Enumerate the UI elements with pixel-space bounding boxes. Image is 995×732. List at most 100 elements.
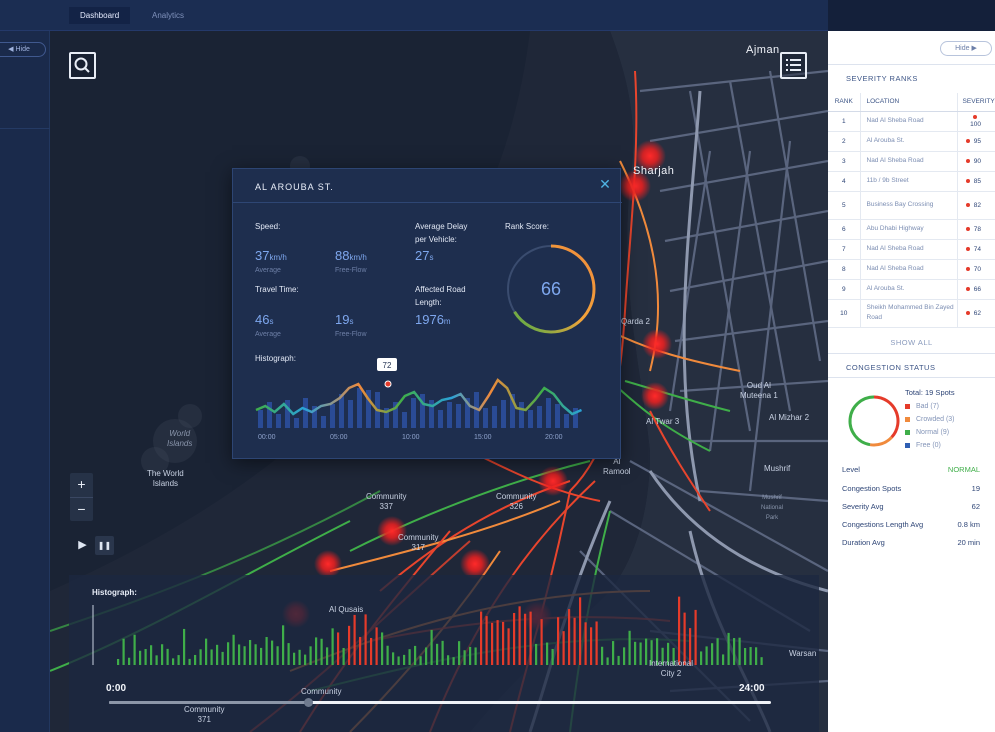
table-row[interactable]: 6 Abu Dhabi Highway 78	[828, 219, 995, 240]
rank-cell: 2	[828, 131, 861, 152]
travel-freeflow-caption: Free-Flow	[335, 331, 367, 338]
table-row[interactable]: 8 Nad Al Sheba Road 70	[828, 259, 995, 280]
histograph-bar	[408, 649, 411, 665]
histograph-bar	[375, 627, 378, 665]
table-row[interactable]: 7 Nad Al Sheba Road 74	[828, 239, 995, 260]
histograph-bar	[331, 628, 334, 665]
timeline-slider-handle[interactable]	[303, 698, 313, 707]
histograph-bar	[122, 638, 125, 665]
histograph-bar	[271, 640, 274, 665]
play-button[interactable]: ▶	[73, 536, 92, 555]
map-label-oud-al-muteena: Oud Al Muteena 1	[740, 381, 778, 400]
histograph-bar	[727, 632, 730, 665]
panel-divider	[828, 377, 995, 378]
normal-swatch-icon	[905, 429, 910, 435]
map-label-ramool: Al Ramool	[603, 457, 631, 476]
severity-cell: 66	[957, 279, 995, 300]
histograph-bar	[166, 648, 169, 665]
severity-dot-icon	[965, 138, 970, 143]
severity-dot-icon	[965, 266, 970, 271]
histograph-bar	[452, 657, 455, 665]
histograph-bar	[183, 628, 186, 665]
list-menu-button[interactable]	[780, 52, 807, 79]
stat-label: Level	[842, 465, 860, 474]
tick-label: 10:00	[402, 434, 420, 441]
histograph-bar	[392, 652, 395, 665]
histograph-bar	[584, 622, 587, 665]
legend-label: Bad (7)	[916, 403, 939, 410]
histograph-bar	[562, 631, 565, 665]
histograph-bar	[238, 644, 241, 665]
road-length-unit: m	[443, 317, 451, 326]
severity-dot-icon	[965, 246, 970, 251]
show-all-link[interactable]: SHOW ALL	[828, 338, 995, 347]
histograph-bar	[303, 398, 308, 428]
location-cell: Al Arouba St.	[860, 131, 959, 152]
severity-value: 62	[973, 309, 981, 317]
histograph-bar	[282, 625, 285, 665]
histograph-bar	[320, 638, 323, 665]
table-row[interactable]: 10 Sheikh Mohammed Bin Zayed Road 62	[828, 299, 995, 328]
histograph-bar	[216, 644, 219, 665]
location-cell: Nad Al Sheba Road	[860, 259, 959, 280]
donut-slice	[848, 395, 875, 447]
severity-value: 82	[973, 201, 981, 209]
timeline-slider[interactable]	[109, 698, 771, 707]
hide-left-button[interactable]: ◀ Hide	[0, 42, 46, 57]
map-label-al-qusais: Al Qusais	[329, 605, 364, 614]
map-label-community-bottom: Community	[301, 687, 342, 696]
delay-label: Average Delay per Vehicle:	[415, 222, 468, 244]
search-button[interactable]	[69, 52, 96, 79]
table-row[interactable]: 1 Nad Al Sheba Road 100	[828, 111, 995, 132]
travel-freeflow-unit: s	[349, 317, 354, 326]
histograph-bar	[595, 621, 598, 665]
popup-histograph-line	[255, 378, 582, 416]
histograph-bar	[738, 637, 741, 665]
speed-freeflow-unit: km/h	[349, 253, 367, 262]
stat-duration-avg: Duration Avg 20 min	[842, 538, 980, 547]
table-header-row: RANK LOCATION SEVERITY	[828, 93, 995, 112]
severity-cell: 85	[957, 171, 995, 192]
table-row[interactable]: 9 Al Arouba St. 66	[828, 279, 995, 300]
severity-cell: 78	[957, 219, 995, 240]
histograph-bar	[265, 637, 268, 665]
stat-severity-avg: Severity Avg 62	[842, 502, 980, 511]
close-icon[interactable]: ✕	[598, 177, 612, 191]
map-label-sharjah: Sharjah	[633, 165, 675, 177]
histograph-bar	[705, 646, 708, 665]
histograph-bar	[760, 657, 763, 665]
table-row[interactable]: 3 Nad Al Sheba Road 90	[828, 151, 995, 172]
map-label-ajman: Ajman	[746, 44, 780, 56]
stat-congestion-spots: Congestion Spots 19	[842, 484, 980, 493]
travel-average-value: 46s	[255, 312, 273, 327]
map-label-qarda: Qarda 2	[621, 317, 650, 326]
histograph-bar	[402, 412, 407, 428]
histograph-bar	[133, 634, 136, 665]
tab-dashboard[interactable]: Dashboard	[69, 7, 131, 24]
histograph-bar	[601, 646, 604, 665]
histograph-bar	[258, 410, 263, 428]
hide-right-button[interactable]: Hide ▶	[940, 41, 992, 56]
tab-analytics[interactable]: Analytics	[141, 7, 195, 24]
bottom-histograph-bars	[92, 596, 763, 665]
speed-label: Speed:	[255, 222, 281, 231]
pause-button[interactable]: ❚❚	[95, 536, 114, 555]
delay-value: 27s	[415, 248, 433, 263]
histograph-bar	[623, 647, 626, 665]
severity-dot-icon	[965, 202, 970, 207]
histograph-bar	[436, 643, 439, 665]
severity-ranks-title: SEVERITY RANKS	[846, 74, 918, 83]
histograph-bar	[128, 657, 131, 665]
histograph-bar	[276, 646, 279, 665]
histograph-bar	[359, 636, 362, 665]
table-row[interactable]: 5 Business Bay Crossing 82	[828, 191, 995, 220]
table-row[interactable]: 2 Al Arouba St. 95	[828, 131, 995, 152]
location-cell: Nad Al Sheba Road	[860, 151, 959, 172]
severity-cell: 62	[957, 299, 995, 328]
histograph-marker[interactable]	[384, 380, 392, 388]
histograph-bar	[568, 609, 571, 665]
zoom-out-button[interactable]: −	[70, 497, 93, 521]
zoom-in-button[interactable]: +	[70, 473, 93, 497]
histograph-bar	[557, 617, 560, 665]
table-row[interactable]: 4 11b / 9b Street 85	[828, 171, 995, 192]
